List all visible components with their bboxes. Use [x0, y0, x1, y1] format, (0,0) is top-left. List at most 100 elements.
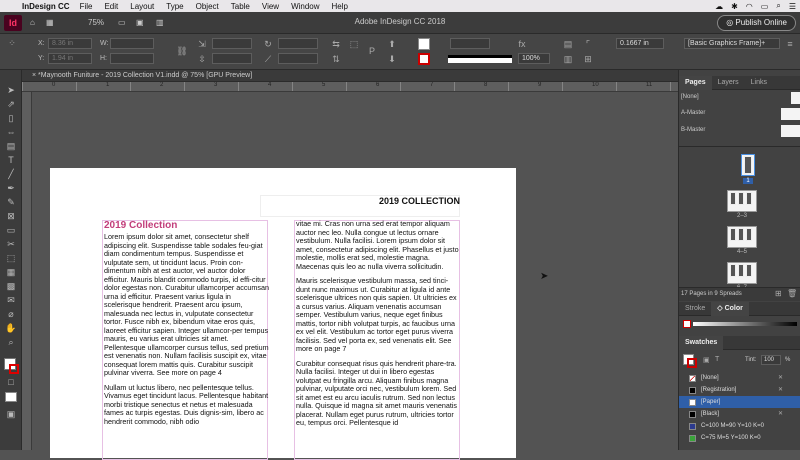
master-none-thumb[interactable]	[791, 92, 800, 104]
scissors-tool-icon[interactable]: ✂	[4, 238, 18, 250]
width-field[interactable]	[110, 38, 154, 49]
tab-stroke[interactable]: Stroke	[679, 302, 711, 316]
selection-tool-icon[interactable]: ➤	[4, 84, 18, 96]
hand-tool-icon[interactable]: ✋	[4, 322, 18, 334]
document-tab[interactable]: × *Maynooth Funiture - 2019 Collection V…	[32, 70, 252, 82]
zoom-tool-icon[interactable]: ⌕	[4, 336, 18, 348]
scale-y-field[interactable]	[212, 53, 252, 64]
tab-swatches[interactable]: Swatches	[679, 335, 724, 350]
menu-help[interactable]: Help	[332, 2, 348, 11]
corner-size-field[interactable]: 0.1667 in	[616, 38, 664, 49]
flip-horizontal-icon[interactable]: ⇆	[330, 38, 342, 50]
menu-table[interactable]: Table	[231, 2, 250, 11]
menu-type[interactable]: Type	[166, 2, 183, 11]
select-container-icon[interactable]: ⬚	[348, 38, 360, 50]
line-tool-icon[interactable]: ╱	[4, 168, 18, 180]
content-collector-icon[interactable]: ▤	[4, 140, 18, 152]
reference-point-icon[interactable]: ⁘	[6, 37, 18, 49]
page-tool-icon[interactable]: ▯	[4, 112, 18, 124]
left-column[interactable]: 2019 Collection Lorem ipsum dolor sit am…	[104, 220, 269, 432]
text-wrap-icon[interactable]: ▥	[562, 53, 574, 65]
swatch-row[interactable]: [Registration] ✕	[679, 384, 800, 396]
paragraph-icon[interactable]: P	[366, 45, 378, 57]
right-column[interactable]: vitae mi. Cras non urna sed erat tempor …	[296, 219, 461, 434]
page-header[interactable]: 2019 COLLECTION	[379, 196, 460, 206]
delete-page-icon[interactable]: 🗑	[787, 289, 797, 298]
fx-icon[interactable]: fx	[516, 38, 528, 50]
screen-mode-icon[interactable]: ▣	[136, 17, 144, 29]
color-none-chip[interactable]	[683, 320, 691, 328]
search-icon[interactable]: ⌕	[776, 1, 780, 11]
y-position-field[interactable]: 1.94 in	[48, 53, 92, 64]
tab-links[interactable]: Links	[745, 76, 773, 90]
arrange-documents-icon[interactable]: ▥	[156, 17, 164, 29]
rotate-icon[interactable]: ↻	[262, 38, 274, 50]
formatting-container-icon[interactable]: □	[4, 376, 18, 388]
tab-color[interactable]: ◇ Color	[711, 301, 749, 316]
view-options-icon[interactable]: ▭	[118, 17, 126, 29]
shear-field[interactable]	[278, 53, 318, 64]
rectangle-tool-icon[interactable]: ▭	[4, 224, 18, 236]
swatch-row[interactable]: [None] ✕	[679, 372, 800, 384]
menu-view[interactable]: View	[262, 2, 279, 11]
object-style-select[interactable]: [Basic Graphics Frame]+	[684, 38, 780, 49]
spread-thumb-6-7[interactable]	[727, 262, 757, 284]
bridge-icon[interactable]: ▦	[46, 17, 54, 29]
scale-x-field[interactable]	[212, 38, 252, 49]
opacity-field[interactable]: 100%	[518, 53, 550, 64]
zoom-level-select[interactable]: 75%	[88, 17, 104, 29]
master-none[interactable]: [None]	[681, 94, 699, 100]
pencil-tool-icon[interactable]: ✎	[4, 196, 18, 208]
shear-icon[interactable]: ⟋	[262, 53, 274, 65]
x-position-field[interactable]: 8.36 in	[48, 38, 92, 49]
gradient-swatch-tool-icon[interactable]: ▦	[4, 266, 18, 278]
document-canvas[interactable]: 2019 COLLECTION 2019 Collection Lorem ip…	[32, 92, 678, 460]
vertical-ruler[interactable]	[22, 92, 32, 450]
cloud-icon[interactable]: ☁	[715, 2, 723, 11]
home-icon[interactable]: ⌂	[30, 17, 35, 29]
rectangle-frame-tool-icon[interactable]: ⊠	[4, 210, 18, 222]
fill-swatch[interactable]	[418, 38, 430, 50]
swatch-row[interactable]: C=75 M=5 Y=100 K=0	[679, 432, 800, 444]
document-page[interactable]: 2019 COLLECTION 2019 Collection Lorem ip…	[50, 168, 516, 460]
spread-thumb-2-3[interactable]	[727, 190, 757, 212]
corner-options-icon[interactable]: ⌜	[582, 38, 594, 50]
type-tool-icon[interactable]: T	[4, 154, 18, 166]
tint-field[interactable]: 100	[761, 355, 781, 365]
constrain-proportions-icon[interactable]: ⛓	[176, 45, 188, 57]
swatch-row-selected[interactable]: [Paper]	[679, 396, 800, 408]
select-previous-icon[interactable]: ⬆	[386, 38, 398, 50]
rotation-field[interactable]	[278, 38, 318, 49]
spread-thumb-4-5[interactable]	[727, 226, 757, 248]
menu-window[interactable]: Window	[291, 2, 319, 11]
stroke-color-icon[interactable]	[9, 364, 19, 374]
horizontal-ruler[interactable]: 0 1 2 3 4 5 6 7 8 9 10 11	[22, 82, 678, 92]
select-next-icon[interactable]: ⬇	[386, 53, 398, 65]
master-a-thumb[interactable]	[781, 108, 800, 120]
panel-menu-icon[interactable]: ≡	[784, 38, 796, 50]
apply-color-icon[interactable]	[5, 392, 17, 402]
note-tool-icon[interactable]: ✉	[4, 294, 18, 306]
publish-online-button[interactable]: ◎ Publish Online	[717, 15, 796, 31]
free-transform-tool-icon[interactable]: ⬚	[4, 252, 18, 264]
menu-app-name[interactable]: InDesign CC	[22, 2, 70, 11]
wifi-icon[interactable]: ◠	[746, 2, 753, 11]
formatting-text-icon[interactable]: T	[715, 356, 719, 363]
eyedropper-tool-icon[interactable]: ⌀	[4, 308, 18, 320]
swatch-row[interactable]: C=100 M=90 Y=10 K=0	[679, 420, 800, 432]
direct-selection-tool-icon[interactable]: ⇗	[4, 98, 18, 110]
height-field[interactable]	[110, 53, 154, 64]
page-thumb-1[interactable]	[741, 154, 755, 176]
color-ramp[interactable]	[693, 322, 797, 326]
align-icon[interactable]: ▤	[562, 38, 574, 50]
menu-file[interactable]: File	[80, 2, 93, 11]
screen-mode-normal-icon[interactable]: ▣	[4, 408, 18, 420]
menu-object[interactable]: Object	[196, 2, 219, 11]
swatch-stroke-icon[interactable]	[687, 358, 697, 368]
master-b[interactable]: B-Master	[681, 127, 705, 133]
master-a[interactable]: A-Master	[681, 110, 705, 116]
scale-x-icon[interactable]: ⇲	[196, 38, 208, 50]
pen-tool-icon[interactable]: ✒	[4, 182, 18, 194]
flip-vertical-icon[interactable]: ⇅	[330, 53, 342, 65]
stroke-swatch[interactable]	[418, 53, 430, 65]
